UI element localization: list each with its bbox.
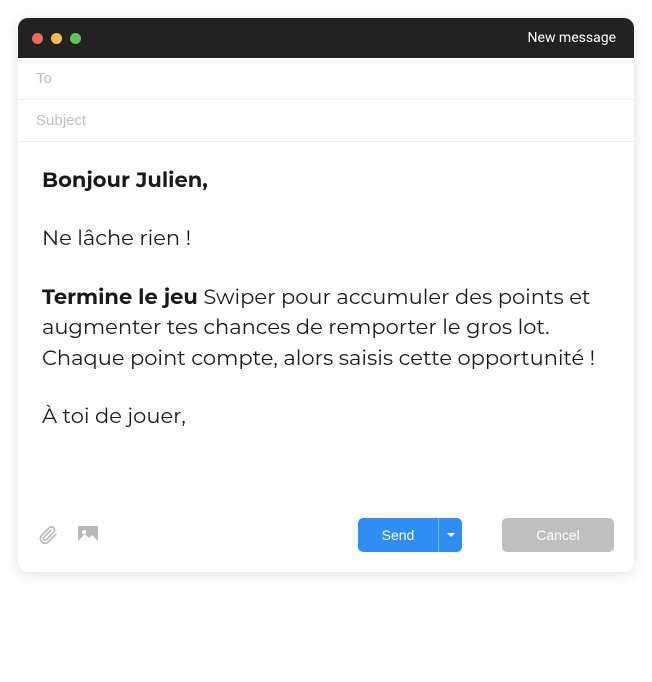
body-line-1: Ne lâche rien ! bbox=[42, 224, 610, 254]
subject-input[interactable] bbox=[36, 112, 616, 129]
subject-field-row bbox=[18, 100, 634, 142]
window-controls bbox=[32, 33, 81, 44]
send-button[interactable]: Send bbox=[358, 518, 438, 552]
cancel-button-label: Cancel bbox=[536, 527, 580, 543]
cancel-button[interactable]: Cancel bbox=[502, 518, 614, 552]
signoff-line: À toi de jouer, bbox=[42, 402, 610, 432]
titlebar: New message bbox=[18, 18, 634, 58]
send-options-dropdown[interactable] bbox=[438, 518, 462, 552]
send-button-label: Send bbox=[382, 527, 415, 543]
send-button-group: Send bbox=[358, 518, 462, 552]
close-window-button[interactable] bbox=[32, 33, 43, 44]
body-paragraph-2: Termine le jeu Swiper pour accumuler des… bbox=[42, 283, 610, 374]
to-field-row bbox=[18, 58, 634, 100]
chevron-down-icon bbox=[447, 533, 455, 537]
minimize-window-button[interactable] bbox=[51, 33, 62, 44]
bold-run: Termine le jeu bbox=[42, 285, 198, 310]
paperclip-icon[interactable] bbox=[38, 523, 58, 547]
window-title: New message bbox=[528, 30, 616, 46]
greeting-line: Bonjour Julien, bbox=[42, 166, 610, 196]
compose-toolbar: Send Cancel bbox=[18, 502, 634, 572]
body-line-3: Chaque point compte, alors saisis cette … bbox=[42, 346, 595, 371]
maximize-window-button[interactable] bbox=[70, 33, 81, 44]
message-body[interactable]: Bonjour Julien, Ne lâche rien ! Termine … bbox=[18, 142, 634, 502]
image-icon[interactable] bbox=[76, 523, 100, 547]
to-input[interactable] bbox=[36, 70, 616, 87]
compose-window: New message Bonjour Julien, Ne lâche rie… bbox=[18, 18, 634, 572]
